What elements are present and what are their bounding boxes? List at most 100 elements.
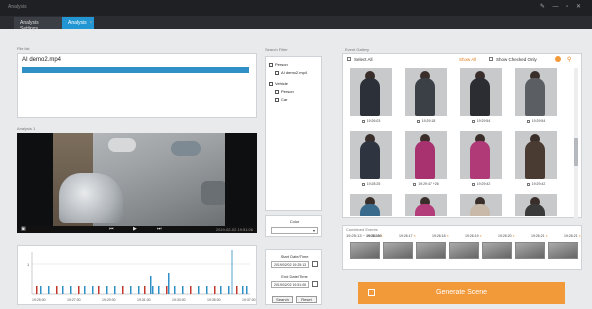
generate-scene-button[interactable]: Generate Scene bbox=[358, 282, 565, 304]
filter-tree-item[interactable]: Car bbox=[275, 97, 287, 102]
event-bar[interactable] bbox=[84, 286, 86, 294]
search-button[interactable]: Search bbox=[272, 296, 293, 303]
remove-icon[interactable]: × bbox=[480, 234, 482, 238]
event-bar[interactable] bbox=[144, 286, 146, 294]
filter-tree-item[interactable]: Person bbox=[275, 89, 294, 94]
thumbnail-checkbox[interactable] bbox=[413, 182, 417, 186]
screenshot-icon[interactable]: ▣ bbox=[21, 226, 26, 232]
event-bar[interactable] bbox=[246, 286, 248, 294]
event-bar[interactable] bbox=[48, 286, 50, 294]
event-thumbnail[interactable] bbox=[350, 194, 392, 216]
color-icon[interactable] bbox=[555, 56, 561, 62]
filter-tree-item[interactable]: Person bbox=[269, 62, 288, 67]
checkbox-icon[interactable] bbox=[275, 97, 279, 102]
play-icon[interactable]: ▶ bbox=[133, 226, 137, 232]
event-bar[interactable] bbox=[56, 286, 58, 294]
timeline-chart[interactable]: 1 19:25:00 19:27:00 19:29:00 19:31:00 19:33:… bbox=[17, 245, 257, 305]
thumbnail-checkbox[interactable] bbox=[361, 182, 365, 186]
close-icon[interactable]: × bbox=[90, 20, 93, 26]
thumbnail-checkbox[interactable] bbox=[471, 182, 475, 186]
combined-event-thumbnail[interactable] bbox=[416, 242, 446, 259]
combined-event-thumbnail[interactable] bbox=[482, 242, 512, 259]
event-thumbnail[interactable] bbox=[350, 131, 392, 179]
remove-icon[interactable]: × bbox=[546, 234, 548, 238]
calendar-icon[interactable] bbox=[312, 261, 318, 267]
event-bar[interactable] bbox=[78, 286, 80, 294]
event-bar[interactable] bbox=[150, 276, 152, 294]
event-bar[interactable] bbox=[166, 286, 168, 294]
event-bar[interactable] bbox=[168, 273, 170, 294]
select-all-checkbox[interactable] bbox=[347, 57, 351, 61]
thumbnail-checkbox[interactable] bbox=[416, 119, 420, 123]
event-bar[interactable] bbox=[182, 286, 184, 294]
event-thumbnail[interactable] bbox=[515, 194, 557, 216]
event-bar[interactable] bbox=[40, 286, 42, 294]
checkbox-icon[interactable] bbox=[269, 81, 273, 86]
remove-icon[interactable]: × bbox=[381, 234, 383, 238]
event-thumbnail[interactable] bbox=[460, 68, 502, 116]
event-bar[interactable] bbox=[114, 286, 116, 294]
combined-event-thumbnail[interactable] bbox=[548, 242, 578, 259]
remove-icon[interactable]: × bbox=[513, 234, 515, 238]
event-bar[interactable] bbox=[206, 286, 208, 294]
combined-event-thumbnail[interactable] bbox=[383, 242, 413, 259]
start-date-input[interactable]: 2019/02/02 19:25:13 bbox=[271, 261, 309, 268]
event-bar[interactable] bbox=[130, 286, 132, 294]
thumbnail-checkbox[interactable] bbox=[361, 119, 365, 123]
event-bar[interactable] bbox=[98, 286, 100, 294]
thumbnail-checkbox[interactable] bbox=[526, 182, 530, 186]
scroll-thumb[interactable] bbox=[574, 138, 578, 166]
tab-analysis-settings[interactable]: Analysis Settings bbox=[14, 17, 62, 32]
reset-button[interactable]: Reset bbox=[296, 296, 317, 303]
checkbox-icon[interactable] bbox=[275, 70, 279, 75]
event-bar[interactable] bbox=[214, 286, 216, 294]
event-bar[interactable] bbox=[36, 286, 38, 294]
event-bar[interactable] bbox=[174, 286, 176, 294]
remove-icon[interactable]: × bbox=[414, 234, 416, 238]
checkbox-icon[interactable] bbox=[269, 62, 273, 67]
next-icon[interactable]: ⏭ bbox=[157, 226, 162, 232]
event-thumbnail[interactable] bbox=[405, 194, 447, 216]
gallery-scrollbar[interactable] bbox=[574, 68, 578, 218]
event-thumbnail[interactable] bbox=[460, 194, 502, 216]
tab-analysis[interactable]: Analysis × bbox=[62, 17, 94, 29]
event-thumbnail[interactable] bbox=[405, 131, 447, 179]
event-thumbnail[interactable] bbox=[515, 131, 557, 179]
event-bar[interactable] bbox=[158, 286, 160, 294]
thumbnail-checkbox[interactable] bbox=[526, 119, 530, 123]
event-bar[interactable] bbox=[92, 286, 94, 294]
event-bar[interactable] bbox=[152, 286, 154, 294]
event-bar[interactable] bbox=[242, 286, 244, 294]
event-bar[interactable] bbox=[138, 286, 140, 294]
combined-event-thumbnail[interactable] bbox=[449, 242, 479, 259]
thumbnail-checkbox[interactable] bbox=[471, 119, 475, 123]
remove-icon[interactable]: × bbox=[579, 234, 581, 238]
event-bar[interactable] bbox=[198, 286, 200, 294]
combined-event-thumbnail[interactable] bbox=[515, 242, 545, 259]
file-name[interactable]: AI demo2.mp4 bbox=[22, 57, 61, 63]
event-bar[interactable] bbox=[106, 286, 108, 294]
end-date-input[interactable]: 2019/02/02 19:51:06 bbox=[271, 281, 309, 288]
event-bar[interactable] bbox=[62, 286, 64, 294]
color-select[interactable]: ▾ bbox=[271, 227, 318, 234]
event-thumbnail[interactable] bbox=[515, 68, 557, 116]
window-controls[interactable]: ✎ — ▫ ✕ bbox=[540, 3, 584, 10]
event-bar[interactable] bbox=[220, 286, 222, 294]
event-bar[interactable] bbox=[190, 286, 192, 294]
remove-icon[interactable]: × bbox=[447, 234, 449, 238]
show-checked-checkbox[interactable] bbox=[489, 57, 493, 61]
event-bar[interactable] bbox=[122, 286, 124, 294]
checkbox-icon[interactable] bbox=[275, 89, 279, 94]
previous-icon[interactable]: ⏮ bbox=[109, 226, 114, 232]
filter-tree-item[interactable]: AI demo2.mp4 bbox=[275, 70, 307, 75]
combined-event-thumbnail[interactable] bbox=[350, 242, 380, 259]
filter-icon[interactable]: ⚲ bbox=[567, 56, 571, 63]
filter-tree-item[interactable]: Vehicle bbox=[269, 81, 288, 86]
calendar-icon[interactable] bbox=[312, 281, 318, 287]
video-player[interactable]: ▣ ⏮ ▶ ⏭ 2019-02-02 19:51:06 bbox=[17, 133, 257, 233]
event-bar[interactable] bbox=[70, 286, 72, 294]
event-thumbnail[interactable] bbox=[405, 68, 447, 116]
event-bar[interactable] bbox=[236, 286, 238, 294]
event-thumbnail[interactable] bbox=[350, 68, 392, 116]
show-all-button[interactable]: Show All bbox=[459, 57, 476, 62]
